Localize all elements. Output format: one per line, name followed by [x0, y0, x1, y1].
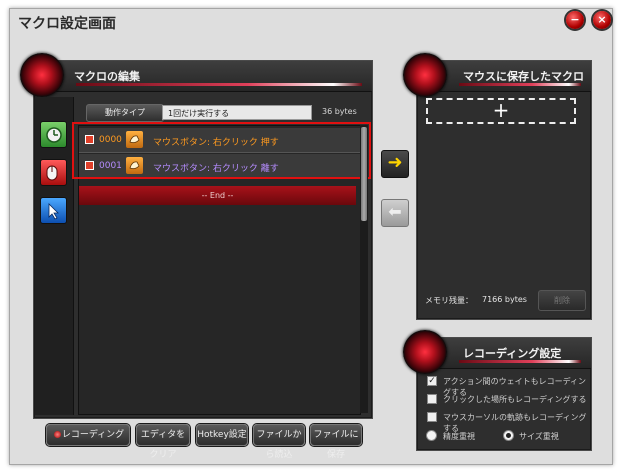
action-type-button[interactable]: 動作タイプ: [86, 104, 164, 122]
close-button[interactable]: ×: [593, 11, 611, 29]
size-radio[interactable]: [503, 430, 514, 441]
recording-settings-title: レコーディング設定: [463, 347, 562, 360]
clear-editor-button[interactable]: エディタをクリア: [136, 424, 190, 460]
record-indicator-icon: [54, 431, 61, 438]
load-file-button[interactable]: ファイルから読込: [253, 424, 305, 460]
saved-macros-title: マウスに保存したマクロ: [463, 70, 584, 83]
recording-button[interactable]: レコーディング: [46, 424, 130, 446]
memory-label: メモリ残量：: [425, 296, 473, 305]
scrollbar-thumb[interactable]: [361, 127, 367, 221]
macro-editor-title: マクロの編集: [74, 70, 140, 83]
memory-value: 7166 bytes: [482, 295, 527, 304]
macro-editor-header: マクロの編集: [34, 61, 372, 92]
save-file-button[interactable]: ファイルに保存: [310, 424, 362, 460]
tool-column: [35, 97, 74, 415]
minimize-button[interactable]: −: [566, 11, 584, 29]
macro-editor-panel: マクロの編集 動作タイプ 1回だけ実行する 36 bytes 0000 マウスボ…: [20, 53, 373, 419]
window-title: マクロ設定画面: [18, 16, 116, 32]
radio-label: 精度重視: [443, 432, 475, 441]
option-label: クリックした場所もレコーディングする: [443, 395, 587, 404]
load-from-mouse-arrow-icon[interactable]: ⬅: [381, 199, 409, 227]
list-end-marker: -- End --: [79, 186, 356, 205]
radio-label: サイズ重視: [519, 432, 559, 441]
repeat-mode-select[interactable]: 1回だけ実行する: [162, 105, 312, 120]
cursor-icon[interactable]: [40, 197, 67, 224]
delay-icon[interactable]: [40, 121, 67, 148]
delete-button[interactable]: 削除: [538, 290, 586, 311]
mouse-button-icon[interactable]: [40, 159, 67, 186]
macro-action-list: 0000 マウスボタン: 右クリック 押す 0001 マウスボタン: 右クリック…: [72, 122, 371, 415]
option-checkbox[interactable]: [427, 394, 437, 404]
panel-orb-icon: [20, 53, 64, 97]
precision-radio[interactable]: [426, 430, 437, 441]
recording-button-label: レコーディング: [61, 430, 125, 440]
list-scrollbar[interactable]: [360, 125, 368, 413]
radio-dot: [506, 433, 511, 438]
panel-orb-icon: [403, 330, 447, 374]
macro-size: 36 bytes: [322, 107, 357, 116]
option-checkbox[interactable]: [427, 412, 437, 422]
add-macro-slot[interactable]: +: [426, 98, 576, 124]
saved-macros-panel: マウスに保存したマクロ + メモリ残量： 7166 bytes 削除: [403, 53, 592, 320]
selection-highlight: [72, 122, 371, 179]
recording-settings-panel: レコーディング設定 ✓ アクション間のウェイトもレコーディングする クリックした…: [403, 330, 592, 451]
hotkey-settings-button[interactable]: Hotkey設定: [196, 424, 248, 446]
panel-orb-icon: [403, 53, 447, 97]
option-checkbox[interactable]: ✓: [427, 376, 437, 386]
send-to-mouse-arrow-icon[interactable]: ➜: [381, 150, 409, 178]
